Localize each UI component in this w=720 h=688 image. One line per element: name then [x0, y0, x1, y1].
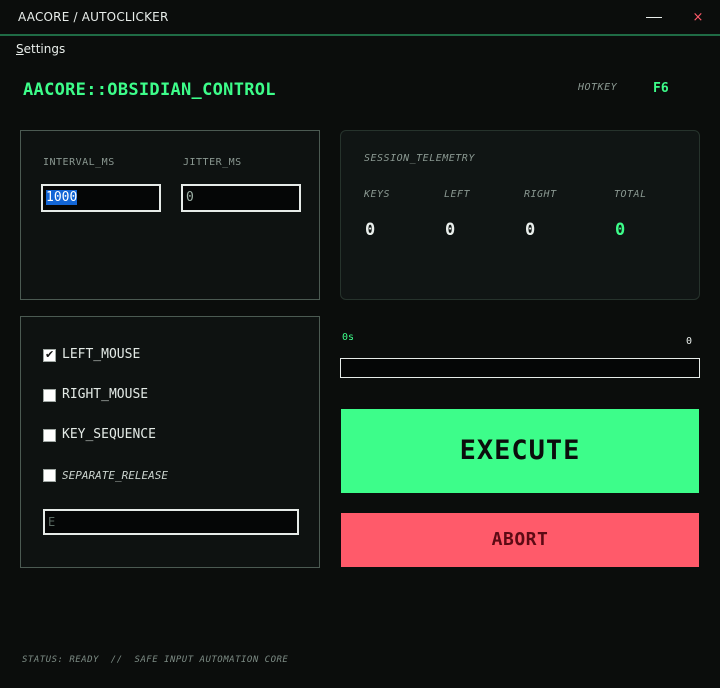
telemetry-left-value: 0: [445, 220, 456, 240]
telemetry-keys-label: KEYS: [364, 189, 391, 200]
jitter-value: 0: [186, 190, 194, 205]
interval-label: INTERVAL_MS: [43, 157, 115, 168]
title-bar: AACORE / AUTOCLICKER ×: [0, 0, 720, 36]
close-icon: ×: [692, 10, 704, 25]
key-sequence-label: KEY_SEQUENCE: [62, 427, 156, 442]
window-title: AACORE / AUTOCLICKER: [18, 10, 169, 24]
jitter-label: JITTER_MS: [183, 157, 242, 168]
hotkey-value: F6: [653, 81, 669, 96]
close-button[interactable]: ×: [684, 6, 712, 30]
progress-bar: [340, 358, 700, 378]
options-panel: LEFT_MOUSE RIGHT_MOUSE KEY_SEQUENCE SEPA…: [20, 316, 320, 568]
telemetry-total-value: 0: [615, 220, 626, 240]
menu-bar: Settings: [0, 38, 720, 62]
telemetry-panel: SESSION_TELEMETRY KEYS 0 LEFT 0 RIGHT 0 …: [340, 130, 700, 300]
telemetry-left-label: LEFT: [444, 189, 471, 200]
menu-item-settings[interactable]: Settings: [12, 42, 69, 56]
left-mouse-checkbox[interactable]: [43, 348, 56, 362]
interval-input[interactable]: 1000: [41, 184, 161, 212]
jitter-input[interactable]: 0: [181, 184, 301, 212]
left-mouse-label: LEFT_MOUSE: [62, 347, 141, 362]
right-mouse-label: RIGHT_MOUSE: [62, 387, 149, 402]
right-mouse-checkbox[interactable]: [43, 389, 56, 402]
interval-value: 1000: [46, 190, 78, 205]
status-text: STATUS: READY // SAFE INPUT AUTOMATION C…: [22, 655, 289, 665]
hotkey-label: HOTKEY: [578, 82, 618, 93]
telemetry-total-label: TOTAL: [614, 189, 647, 200]
telemetry-title: SESSION_TELEMETRY: [364, 153, 475, 164]
progress-elapsed: 0s: [342, 332, 355, 343]
key-sequence-checkbox[interactable]: [43, 429, 56, 442]
timing-panel: INTERVAL_MS 1000 JITTER_MS 0: [20, 130, 320, 300]
execute-button[interactable]: EXECUTE: [341, 409, 699, 493]
app-title: AACORE::OBSIDIAN_CONTROL: [23, 80, 276, 100]
telemetry-right-value: 0: [525, 220, 536, 240]
progress-count: 0: [686, 336, 693, 347]
abort-button[interactable]: ABORT: [341, 513, 699, 567]
key-sequence-input[interactable]: E: [43, 509, 299, 535]
minimize-icon: [646, 17, 662, 18]
minimize-button[interactable]: [640, 6, 668, 30]
separate-release-checkbox[interactable]: [43, 469, 56, 482]
telemetry-keys-value: 0: [365, 220, 376, 240]
telemetry-right-label: RIGHT: [524, 189, 557, 200]
separate-release-label: SEPARATE_RELEASE: [62, 469, 168, 482]
